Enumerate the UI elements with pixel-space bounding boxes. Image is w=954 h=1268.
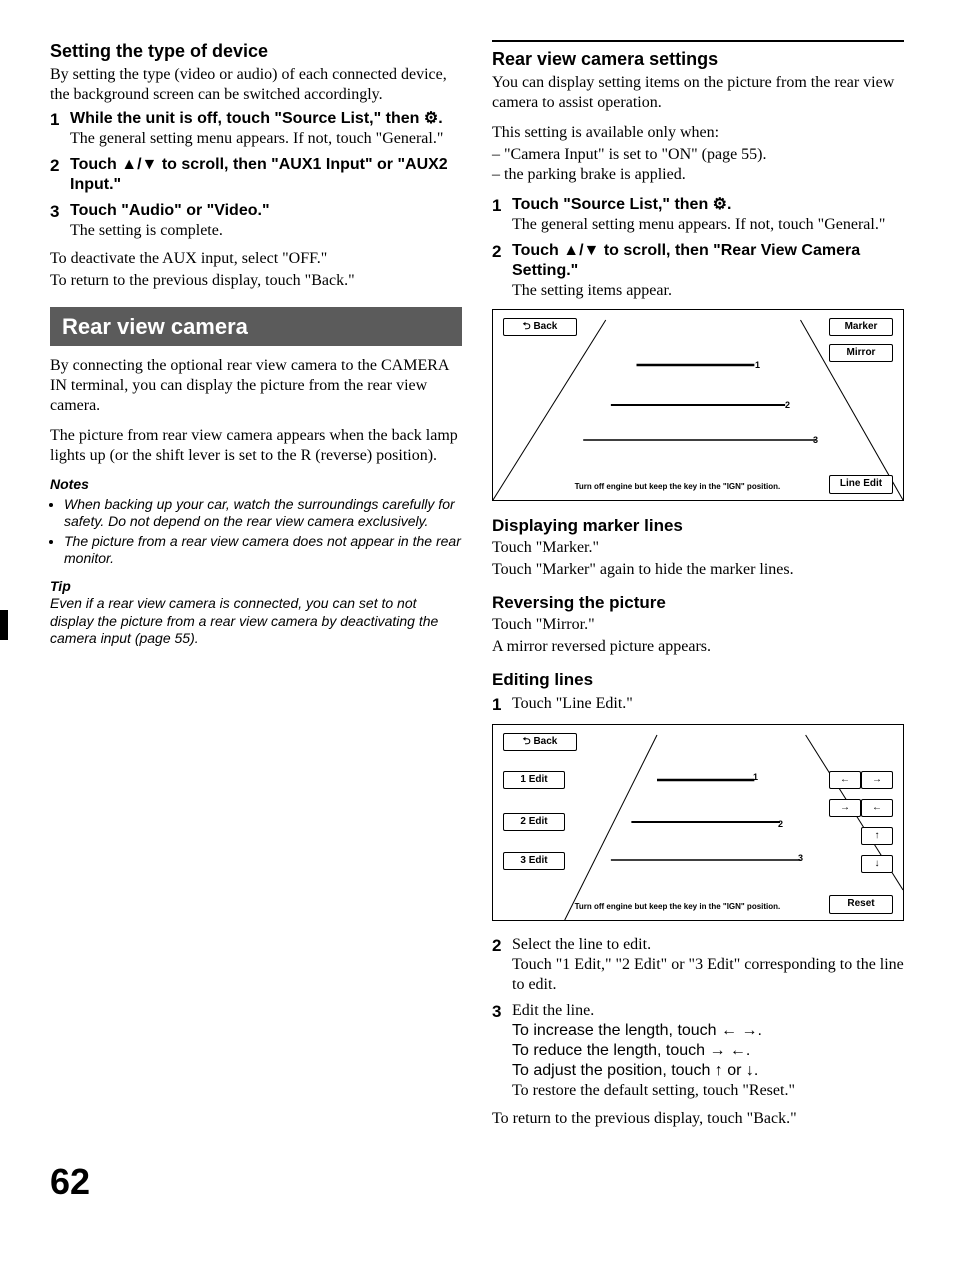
step-number: 1 [492, 195, 512, 235]
step-line: To restore the default setting, touch "R… [512, 1082, 795, 1099]
step-line: To increase the length, touch ← →. [512, 1022, 762, 1039]
step-2: 2 Touch ▲/▼ to scroll, then "AUX1 Input"… [50, 155, 462, 195]
step-2: 2 Touch ▲/▼ to scroll, then "Rear View C… [492, 241, 904, 301]
tip-heading: Tip [50, 578, 462, 596]
step-body: Touch "Line Edit." [512, 694, 904, 715]
line-label-2: 2 [785, 400, 790, 411]
step-lead: Touch ▲/▼ to scroll, then "AUX1 Input" o… [70, 156, 448, 193]
step-lead: Edit the line. [512, 1002, 594, 1019]
step-lead: Touch "Source List," then ⚙. [512, 196, 731, 213]
para-hide-marker: Touch "Marker" again to hide the marker … [492, 560, 904, 580]
screenshot-line-edit: ⮌ Back 1 Edit 2 Edit 3 Edit ← → → ← ↑ ↓ … [492, 724, 904, 921]
step-3: 3 Touch "Audio" or "Video." The setting … [50, 201, 462, 241]
step-number: 3 [492, 1001, 512, 1101]
steps-editing-lines-2: 2 Select the line to edit. Touch "1 Edit… [492, 935, 904, 1101]
arrow-right-button[interactable]: → [861, 771, 893, 790]
step-number: 1 [492, 694, 512, 715]
step-body: The general setting menu appears. If not… [512, 216, 885, 233]
edit-1-button[interactable]: 1 Edit [503, 771, 565, 790]
para-available-when: This setting is available only when: [492, 123, 904, 143]
right-column: Rear view camera settings You can displa… [492, 40, 904, 1139]
heading-marker-lines: Displaying marker lines [492, 515, 904, 536]
step-number: 2 [492, 241, 512, 301]
edit-3-button[interactable]: 3 Edit [503, 852, 565, 871]
notes-list: When backing up your car, watch the surr… [50, 496, 462, 568]
step-body: The general setting menu appears. If not… [70, 130, 443, 147]
two-column-layout: Setting the type of device By setting th… [50, 40, 904, 1139]
line-label-2: 2 [778, 819, 783, 830]
step-body: The setting items appear. [512, 282, 672, 299]
tip-body: Even if a rear view camera is connected,… [50, 595, 462, 648]
para-return-back: To return to the previous display, touch… [492, 1109, 904, 1129]
condition-item: "Camera Input" is set to "ON" (page 55). [492, 145, 904, 165]
step-1: 1 While the unit is off, touch "Source L… [50, 109, 462, 149]
steps-editing-lines-1: 1 Touch "Line Edit." [492, 694, 904, 715]
notes-heading: Notes [50, 476, 462, 494]
heading-reversing: Reversing the picture [492, 592, 904, 613]
para-deactivate: To deactivate the AUX input, select "OFF… [50, 249, 462, 269]
back-arrow-icon: ⮌ [523, 736, 534, 747]
step-1: 1 Touch "Source List," then ⚙. The gener… [492, 195, 904, 235]
note-item: When backing up your car, watch the surr… [64, 496, 462, 531]
step-body: Touch "1 Edit," "2 Edit" or "3 Edit" cor… [512, 956, 904, 993]
caption-text: Turn off engine but keep the key in the … [575, 902, 781, 912]
step-number: 1 [50, 109, 70, 149]
step-number: 2 [492, 935, 512, 995]
steps-rear-settings: 1 Touch "Source List," then ⚙. The gener… [492, 195, 904, 301]
condition-item: the parking brake is applied. [492, 165, 904, 185]
arrow-up-button[interactable]: ↑ [861, 827, 893, 846]
para-setting-type: By setting the type (video or audio) of … [50, 65, 462, 105]
heading-editing-lines: Editing lines [492, 669, 904, 690]
heading-rear-settings: Rear view camera settings [492, 48, 904, 71]
step-body: The setting is complete. [70, 222, 223, 239]
note-item: The picture from a rear view camera does… [64, 533, 462, 568]
para-touch-mirror: Touch "Mirror." [492, 615, 904, 635]
reset-button[interactable]: Reset [829, 895, 893, 914]
mirror-button[interactable]: Mirror [829, 344, 893, 363]
back-button[interactable]: ⮌ Back [503, 733, 577, 752]
page-number: 62 [50, 1159, 904, 1204]
para-return: To return to the previous display, touch… [50, 271, 462, 291]
step-1: 1 Touch "Line Edit." [492, 694, 904, 715]
line-label-1: 1 [755, 360, 760, 371]
arrow-in-right-button[interactable]: → [829, 799, 861, 818]
para-connect-camera: By connecting the optional rear view cam… [50, 356, 462, 416]
gear-icon: ⚙. [424, 110, 443, 127]
step-number: 2 [50, 155, 70, 195]
arrow-left-button[interactable]: ← [829, 771, 861, 790]
marker-button[interactable]: Marker [829, 318, 893, 337]
caption-text: Turn off engine but keep the key in the … [575, 482, 781, 492]
section-rule [492, 40, 904, 42]
back-arrow-icon: ⮌ [523, 321, 534, 332]
step-line: To adjust the position, touch ↑ or ↓. [512, 1062, 758, 1079]
line-label-3: 3 [798, 853, 803, 864]
step-line: To reduce the length, touch → ←. [512, 1042, 750, 1059]
line-edit-button[interactable]: Line Edit [829, 475, 893, 494]
arrow-in-left-button[interactable]: ← [861, 799, 893, 818]
section-bar-rear-camera: Rear view camera [50, 307, 462, 347]
heading-setting-type: Setting the type of device [50, 40, 462, 63]
edit-2-button[interactable]: 2 Edit [503, 813, 565, 832]
steps-setting-type: 1 While the unit is off, touch "Source L… [50, 109, 462, 241]
back-button[interactable]: ⮌ Back [503, 318, 577, 337]
left-column: Setting the type of device By setting th… [50, 40, 462, 1139]
step-lead: While the unit is off, touch "Source Lis… [70, 110, 443, 127]
step-lead: Select the line to edit. [512, 936, 651, 953]
para-picture-appears: The picture from rear view camera appear… [50, 426, 462, 466]
step-2: 2 Select the line to edit. Touch "1 Edit… [492, 935, 904, 995]
step-number: 3 [50, 201, 70, 241]
conditions-list: "Camera Input" is set to "ON" (page 55).… [492, 145, 904, 185]
para-mirror-reversed: A mirror reversed picture appears. [492, 637, 904, 657]
step-lead: Touch ▲/▼ to scroll, then "Rear View Cam… [512, 242, 860, 279]
para-touch-marker: Touch "Marker." [492, 538, 904, 558]
arrow-down-button[interactable]: ↓ [861, 855, 893, 874]
para-display-items: You can display setting items on the pic… [492, 73, 904, 113]
gear-icon: ⚙. [713, 196, 732, 213]
step-lead: Touch "Audio" or "Video." [70, 202, 270, 219]
edge-tab [0, 610, 8, 640]
screenshot-rear-camera-setting: ⮌ Back Marker Mirror Line Edit 1 2 3 Tur… [492, 309, 904, 501]
line-label-3: 3 [813, 435, 818, 446]
step-3: 3 Edit the line. To increase the length,… [492, 1001, 904, 1101]
line-label-1: 1 [753, 772, 758, 783]
